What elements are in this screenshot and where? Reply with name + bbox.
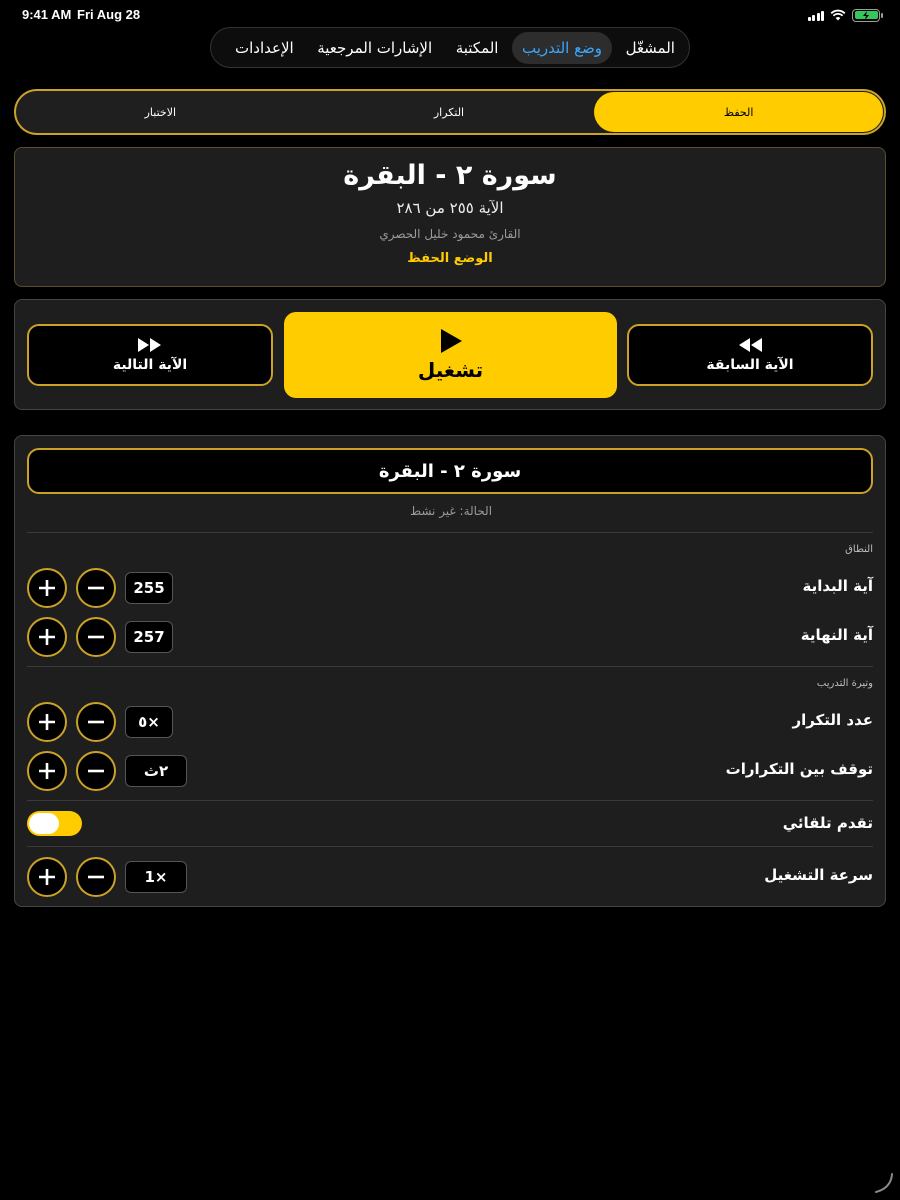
start-ayah-value[interactable]: 255 bbox=[125, 572, 173, 604]
playback-controls: الآية التالية تشغيل الآية السابقة bbox=[14, 299, 886, 410]
speed-decrement-button[interactable] bbox=[76, 857, 116, 897]
divider bbox=[27, 666, 873, 667]
training-settings-card: سورة ٢ - البقرة الحالة: غير نشط النطاق آ… bbox=[14, 435, 886, 907]
play-label: تشغيل bbox=[417, 358, 484, 382]
surah-title: سورة ٢ - البقرة bbox=[343, 160, 557, 191]
play-icon bbox=[440, 329, 462, 353]
ayah-indicator: الآية ٢٥٥ من ٢٨٦ bbox=[396, 199, 504, 217]
current-mode: الوضع الحفظ bbox=[407, 251, 493, 266]
status-text: الحالة: غير نشط bbox=[409, 504, 493, 518]
start-ayah-increment-button[interactable] bbox=[27, 568, 67, 608]
pause-value[interactable]: ٢ث bbox=[125, 755, 187, 787]
start-ayah-label: آية البداية bbox=[802, 577, 873, 595]
pause-decrement-button[interactable] bbox=[76, 751, 116, 791]
speed-increment-button[interactable] bbox=[27, 857, 67, 897]
toggle-knob bbox=[29, 813, 59, 834]
end-ayah-decrement-button[interactable] bbox=[76, 617, 116, 657]
pause-increment-button[interactable] bbox=[27, 751, 67, 791]
repeat-count-label: عدد التكرار bbox=[792, 711, 873, 729]
auto-advance-toggle[interactable] bbox=[27, 811, 82, 836]
end-ayah-increment-button[interactable] bbox=[27, 617, 67, 657]
reciter-name: القارئ محمود خليل الحصري bbox=[379, 227, 521, 241]
tab-library[interactable]: المكتبة bbox=[446, 32, 509, 64]
charging-bolt-icon bbox=[863, 10, 869, 20]
cellular-signal-icon bbox=[807, 10, 824, 21]
fast-forward-icon bbox=[138, 338, 161, 352]
pace-section-label: وتيرة التدريب bbox=[816, 678, 873, 689]
auto-advance-label: تقدم تلقائي bbox=[782, 814, 873, 832]
plus-icon bbox=[39, 580, 55, 596]
mode-test[interactable]: الاختبار bbox=[16, 91, 305, 133]
repeat-decrement-button[interactable] bbox=[76, 702, 116, 742]
status-time: 9:41 AM bbox=[22, 7, 72, 22]
mode-memorize[interactable]: الحفظ bbox=[594, 92, 883, 132]
end-ayah-label: آية النهاية bbox=[800, 626, 873, 644]
end-ayah-value[interactable]: 257 bbox=[125, 621, 173, 653]
resize-corner-icon bbox=[875, 1173, 893, 1193]
now-playing-card: سورة ٢ - البقرة الآية ٢٥٥ من ٢٨٦ القارئ … bbox=[14, 147, 886, 287]
rewind-icon bbox=[739, 338, 762, 352]
mode-segmented-control: الحفظ التكرار الاختبار bbox=[14, 89, 886, 135]
surah-selector[interactable]: سورة ٢ - البقرة bbox=[27, 448, 873, 494]
next-ayah-label: الآية التالية bbox=[112, 357, 188, 373]
divider bbox=[27, 846, 873, 847]
minus-icon bbox=[88, 720, 104, 724]
status-date: Fri Aug 28 bbox=[77, 7, 141, 22]
divider bbox=[27, 532, 873, 533]
status-bar: 9:41 AM Fri Aug 28 bbox=[0, 0, 900, 30]
tab-training-mode[interactable]: وضع التدريب bbox=[512, 31, 613, 64]
repeat-count-value[interactable]: ٥× bbox=[125, 706, 173, 738]
minus-icon bbox=[88, 635, 104, 639]
plus-icon bbox=[39, 629, 55, 645]
previous-ayah-label: الآية السابقة bbox=[706, 357, 794, 373]
playback-speed-value[interactable]: 1× bbox=[125, 861, 187, 893]
repeat-increment-button[interactable] bbox=[27, 702, 67, 742]
pause-label: توقف بين التكرارات bbox=[725, 760, 873, 778]
battery-icon bbox=[852, 8, 883, 22]
tab-bookmarks[interactable]: الإشارات المرجعية bbox=[307, 32, 442, 64]
top-tab-bar: المشغّل وضع التدريب المكتبة الإشارات الم… bbox=[210, 27, 690, 68]
plus-icon bbox=[39, 869, 55, 885]
minus-icon bbox=[88, 769, 104, 773]
status-icons bbox=[807, 7, 883, 23]
divider bbox=[27, 800, 873, 801]
plus-icon bbox=[39, 763, 55, 779]
range-section-label: النطاق bbox=[845, 544, 873, 555]
next-ayah-button[interactable]: الآية التالية bbox=[27, 324, 273, 386]
start-ayah-decrement-button[interactable] bbox=[76, 568, 116, 608]
wifi-icon bbox=[830, 9, 846, 21]
tab-player[interactable]: المشغّل bbox=[616, 32, 685, 64]
mode-repetition[interactable]: التكرار bbox=[305, 91, 594, 133]
minus-icon bbox=[88, 875, 104, 879]
play-button[interactable]: تشغيل bbox=[284, 312, 617, 398]
previous-ayah-button[interactable]: الآية السابقة bbox=[627, 324, 873, 386]
playback-speed-label: سرعة التشغيل bbox=[764, 866, 873, 884]
minus-icon bbox=[88, 586, 104, 590]
tab-settings[interactable]: الإعدادات bbox=[225, 32, 304, 64]
plus-icon bbox=[39, 714, 55, 730]
